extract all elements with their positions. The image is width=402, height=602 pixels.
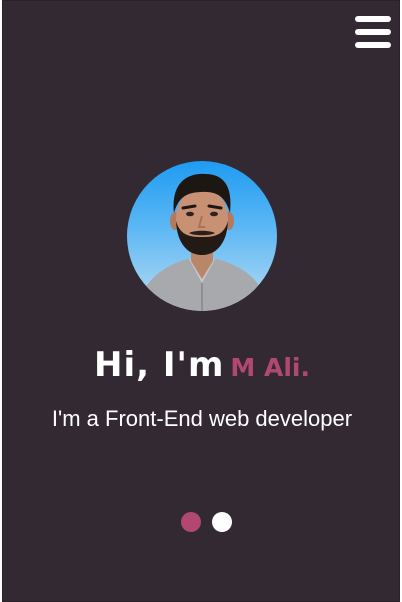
hero-subtitle: I'm a Front-End web developer: [51, 406, 353, 431]
developer-name: M Ali.: [230, 353, 310, 382]
menu-bar-top: [355, 16, 391, 22]
slider-dot-1-active[interactable]: [181, 512, 201, 532]
greeting-text: Hi, I'm: [94, 345, 225, 385]
portfolio-screen: Hi, I'm M Ali. I'm a Front-End web develo…: [2, 0, 400, 602]
hamburger-menu-icon[interactable]: [355, 15, 391, 49]
profile-photo: [137, 173, 269, 311]
avatar: [127, 161, 277, 311]
hero-heading: Hi, I'm M Ali.: [3, 345, 401, 385]
menu-bar-middle: [355, 29, 391, 35]
slider-dot-2[interactable]: [212, 512, 232, 532]
slider-pagination: [181, 512, 235, 534]
menu-bar-bottom: [355, 42, 391, 48]
